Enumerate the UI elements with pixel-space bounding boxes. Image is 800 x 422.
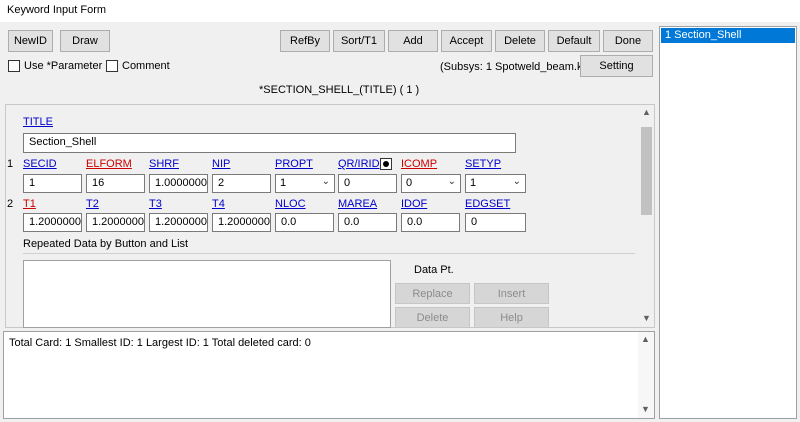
done-button[interactable]: Done [603, 30, 653, 52]
t1-input[interactable]: 1.2000000 [23, 213, 82, 232]
divider [23, 253, 635, 254]
subsys-label: (Subsys: 1 Spotweld_beam.k) [440, 61, 587, 73]
comment-checkbox[interactable]: Comment [106, 60, 170, 72]
repeated-data-list[interactable] [23, 260, 391, 328]
t3-label[interactable]: T3 [149, 198, 162, 210]
radio-dot [383, 161, 389, 167]
t3-input[interactable]: 1.2000000 [149, 213, 208, 232]
comment-label: Comment [122, 60, 170, 72]
form-scrollbar[interactable]: ▲ ▼ [639, 105, 654, 327]
qr-irid-radio[interactable] [380, 158, 392, 170]
scroll-up-icon[interactable]: ▲ [638, 107, 655, 117]
propt-label[interactable]: PROPT [275, 158, 313, 170]
replace-button[interactable]: Replace [395, 283, 470, 304]
use-parameter-label: Use *Parameter [24, 60, 103, 72]
card-row-number: 1 [7, 158, 14, 170]
accept-button[interactable]: Accept [441, 30, 492, 52]
refby-button[interactable]: RefBy [280, 30, 330, 52]
t4-input[interactable]: 1.2000000 [212, 213, 271, 232]
edgset-label[interactable]: EDGSET [465, 198, 510, 210]
chevron-down-icon: ⌄ [512, 176, 521, 187]
qr-irid-label[interactable]: QR/IRID [338, 158, 380, 170]
scroll-up-icon[interactable]: ▲ [637, 334, 654, 344]
card-row-number: 2 [7, 198, 14, 210]
scroll-down-icon[interactable]: ▼ [638, 313, 655, 323]
nip-input[interactable]: 2 [212, 174, 271, 193]
status-summary: Total Card: 1 Smallest ID: 1 Largest ID:… [9, 337, 311, 349]
repeated-data-header: Repeated Data by Button and List [23, 238, 189, 250]
setyp-label[interactable]: SETYP [465, 158, 501, 170]
setyp-value: 1 [470, 177, 477, 189]
setting-button[interactable]: Setting [580, 55, 653, 77]
marea-input[interactable]: 0.0 [338, 213, 397, 232]
delete-data-button[interactable]: Delete [395, 307, 470, 328]
sort-button[interactable]: Sort/T1 [333, 30, 385, 52]
elform-input[interactable]: 16 [86, 174, 145, 193]
shrf-label[interactable]: SHRF [149, 158, 179, 170]
idof-input[interactable]: 0.0 [401, 213, 460, 232]
status-scrollbar[interactable]: ▲ ▼ [638, 332, 654, 418]
use-parameter-checkbox[interactable]: Use *Parameter [8, 60, 102, 72]
secid-input[interactable]: 1 [23, 174, 82, 193]
list-item[interactable]: 1 Section_Shell [661, 28, 795, 43]
checkbox-box[interactable] [8, 60, 20, 72]
marea-label[interactable]: MAREA [338, 198, 377, 210]
propt-select[interactable]: 1 ⌄ [275, 174, 335, 193]
window-title: Keyword Input Form [0, 0, 800, 22]
shrf-input[interactable]: 1.0000000 [149, 174, 208, 193]
status-panel: Total Card: 1 Smallest ID: 1 Largest ID:… [3, 331, 655, 419]
help-button[interactable]: Help [474, 307, 549, 328]
nloc-label[interactable]: NLOC [275, 198, 306, 210]
title-input[interactable]: Section_Shell [23, 133, 516, 153]
nip-label[interactable]: NIP [212, 158, 230, 170]
keyword-list-panel[interactable]: 1 Section_Shell [659, 26, 797, 419]
newid-button[interactable]: NewID [8, 30, 53, 52]
checkbox-box[interactable] [106, 60, 118, 72]
insert-button[interactable]: Insert [474, 283, 549, 304]
icomp-label[interactable]: ICOMP [401, 158, 437, 170]
add-button[interactable]: Add [388, 30, 438, 52]
data-pt-label: Data Pt. [414, 264, 454, 276]
t2-input[interactable]: 1.2000000 [86, 213, 145, 232]
default-button[interactable]: Default [548, 30, 600, 52]
delete-button[interactable]: Delete [495, 30, 545, 52]
scrollbar-thumb[interactable] [641, 127, 652, 215]
title-label[interactable]: TITLE [23, 116, 53, 128]
qr-irid-input[interactable]: 0 [338, 174, 397, 193]
edgset-input[interactable]: 0 [465, 213, 526, 232]
chevron-down-icon: ⌄ [447, 176, 456, 187]
elform-label[interactable]: ELFORM [86, 158, 132, 170]
t1-label[interactable]: T1 [23, 198, 36, 210]
draw-button[interactable]: Draw [60, 30, 110, 52]
t2-label[interactable]: T2 [86, 198, 99, 210]
t4-label[interactable]: T4 [212, 198, 225, 210]
icomp-select[interactable]: 0 ⌄ [401, 174, 461, 193]
scroll-down-icon[interactable]: ▼ [637, 404, 654, 414]
nloc-input[interactable]: 0.0 [275, 213, 334, 232]
secid-label[interactable]: SECID [23, 158, 57, 170]
icomp-value: 0 [406, 177, 413, 189]
propt-value: 1 [280, 177, 287, 189]
setyp-select[interactable]: 1 ⌄ [465, 174, 526, 193]
idof-label[interactable]: IDOF [401, 198, 427, 210]
keyword-title: *SECTION_SHELL_(TITLE) ( 1 ) [259, 84, 420, 96]
chevron-down-icon: ⌄ [321, 176, 330, 187]
